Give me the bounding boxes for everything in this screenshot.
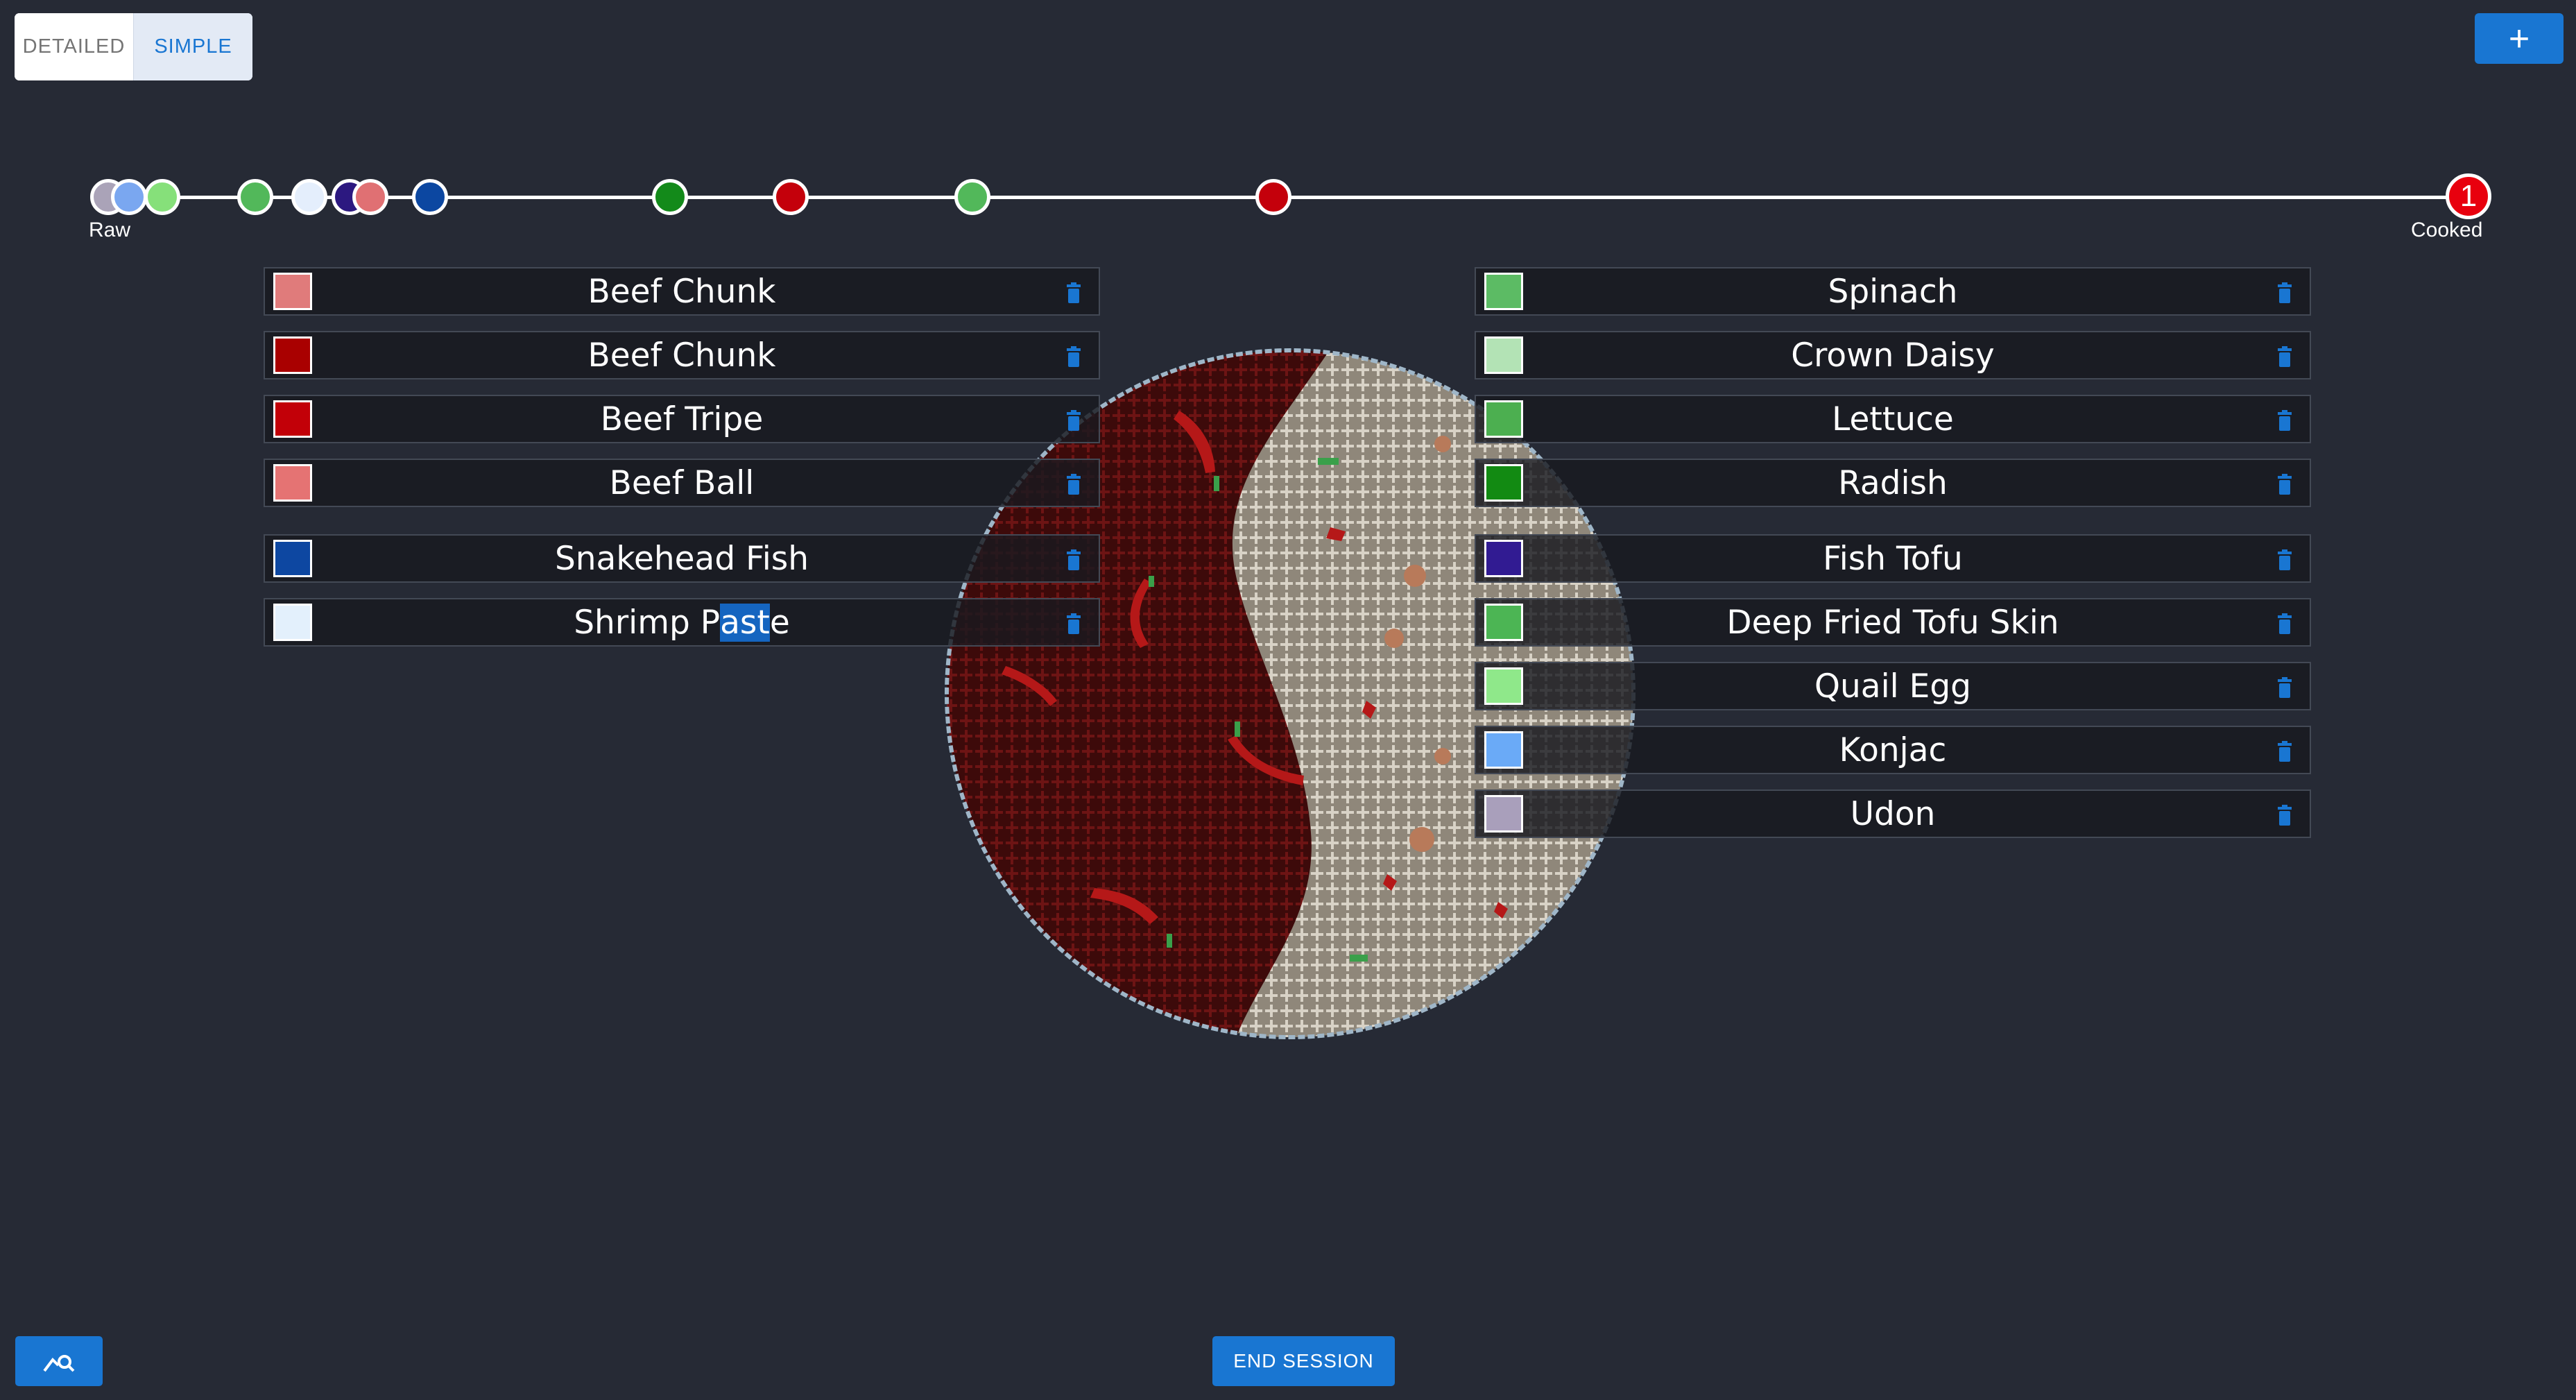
ingredient-row[interactable]: Fish Tofu xyxy=(1475,534,2311,583)
ingredient-color-swatch xyxy=(1484,464,1523,502)
trash-icon[interactable] xyxy=(1067,474,1081,495)
end-session-button[interactable]: END SESSION xyxy=(1212,1336,1395,1386)
ingredient-name: Konjac xyxy=(1839,731,1947,769)
ingredient-row[interactable]: Spinach xyxy=(1475,267,2311,316)
ingredient-color-swatch xyxy=(1484,731,1523,769)
ingredient-name: Spinach xyxy=(1828,272,1958,311)
trash-icon[interactable] xyxy=(2278,805,2292,826)
simple-mode-button[interactable]: SIMPLE xyxy=(133,13,252,80)
name-text-before-selection: Shrimp P xyxy=(574,603,721,642)
ingredient-color-swatch xyxy=(273,604,312,641)
trash-icon[interactable] xyxy=(2278,346,2292,367)
ingredient-name: Radish xyxy=(1838,463,1948,502)
ingredient-name: Beef Ball xyxy=(609,463,755,502)
ingredient-name: Deep Fried Tofu Skin xyxy=(1726,603,2059,642)
ingredient-color-swatch xyxy=(1484,667,1523,705)
ingredient-color-swatch xyxy=(1484,273,1523,310)
ingredient-row[interactable]: Shrimp Past e xyxy=(264,598,1100,647)
ingredient-row[interactable]: Beef Tripe xyxy=(264,395,1100,443)
ingredient-row[interactable]: Udon xyxy=(1475,789,2311,838)
ingredient-name-editing[interactable]: Shrimp Past e xyxy=(320,599,1043,645)
ingredient-color-swatch xyxy=(1484,604,1523,641)
chart-search-icon xyxy=(43,1355,75,1372)
detailed-mode-button[interactable]: DETAILED xyxy=(15,13,133,80)
ingredient-name: Beef Chunk xyxy=(587,272,776,311)
ingredient-name: Crown Daisy xyxy=(1791,336,1995,375)
trash-icon[interactable] xyxy=(1067,282,1081,303)
timeline-ingredient-dot[interactable] xyxy=(1255,179,1291,215)
ingredient-row[interactable]: Beef Chunk xyxy=(264,331,1100,379)
timeline-ingredient-dot[interactable] xyxy=(954,179,990,215)
ingredient-color-swatch xyxy=(1484,540,1523,577)
add-ingredient-button[interactable]: + xyxy=(2475,13,2564,64)
trash-icon[interactable] xyxy=(2278,410,2292,431)
ingredient-name: Lettuce xyxy=(1832,400,1954,438)
trash-icon[interactable] xyxy=(1067,346,1081,367)
timeline-ingredient-dot[interactable] xyxy=(144,179,180,215)
ingredient-name: Beef Tripe xyxy=(600,400,764,438)
ingredient-name: Snakehead Fish xyxy=(554,539,809,578)
ingredient-color-swatch xyxy=(273,400,312,438)
timeline-ingredient-dot[interactable] xyxy=(412,179,448,215)
timeline-raw-label: Raw xyxy=(89,219,131,241)
trash-icon[interactable] xyxy=(1067,613,1081,634)
ingredient-row[interactable]: Deep Fried Tofu Skin xyxy=(1475,598,2311,647)
ingredient-color-swatch xyxy=(273,336,312,374)
timeline-cooked-label: Cooked xyxy=(2411,219,2483,241)
trash-icon[interactable] xyxy=(1067,549,1081,570)
ingredient-color-swatch xyxy=(1484,400,1523,438)
timeline-ingredient-dot[interactable] xyxy=(352,179,388,215)
ingredient-row[interactable]: Beef Chunk xyxy=(264,267,1100,316)
ingredient-name: Quail Egg xyxy=(1814,667,1971,706)
ingredient-row[interactable]: Crown Daisy xyxy=(1475,331,2311,379)
selected-text: ast xyxy=(720,603,770,642)
trash-icon[interactable] xyxy=(2278,613,2292,634)
ingredient-row[interactable]: Beef Ball xyxy=(264,459,1100,507)
name-text-after-selection: e xyxy=(769,603,790,642)
ingredient-row[interactable]: Quail Egg xyxy=(1475,662,2311,710)
trash-icon[interactable] xyxy=(2278,549,2292,570)
trash-icon[interactable] xyxy=(2278,282,2292,303)
ingredient-color-swatch xyxy=(273,273,312,310)
trash-icon[interactable] xyxy=(2278,474,2292,495)
ingredient-color-swatch xyxy=(1484,795,1523,833)
ingredient-name: Beef Chunk xyxy=(587,336,776,375)
ingredient-name: Fish Tofu xyxy=(1823,539,1963,578)
timeline-ingredient-dot[interactable] xyxy=(773,179,809,215)
ingredient-color-swatch xyxy=(273,540,312,577)
ingredient-row[interactable]: Lettuce xyxy=(1475,395,2311,443)
timeline-ingredient-dot[interactable] xyxy=(111,179,147,215)
view-mode-toggle: DETAILED SIMPLE xyxy=(15,13,252,80)
ingredient-color-swatch xyxy=(273,464,312,502)
ingredient-row[interactable]: Radish xyxy=(1475,459,2311,507)
ingredient-row[interactable]: Snakehead Fish xyxy=(264,534,1100,583)
timeline-cooked-marker[interactable]: 1 xyxy=(2446,173,2491,219)
ingredient-row[interactable]: Konjac xyxy=(1475,726,2311,774)
trash-icon[interactable] xyxy=(1067,410,1081,431)
analytics-button[interactable] xyxy=(15,1336,103,1386)
timeline-ingredient-dot[interactable] xyxy=(652,179,688,215)
trash-icon[interactable] xyxy=(2278,677,2292,698)
timeline-ingredient-dot[interactable] xyxy=(291,179,327,215)
timeline-ingredient-dot[interactable] xyxy=(237,179,273,215)
ingredient-name: Udon xyxy=(1850,794,1936,833)
ingredient-color-swatch xyxy=(1484,336,1523,374)
trash-icon[interactable] xyxy=(2278,741,2292,762)
